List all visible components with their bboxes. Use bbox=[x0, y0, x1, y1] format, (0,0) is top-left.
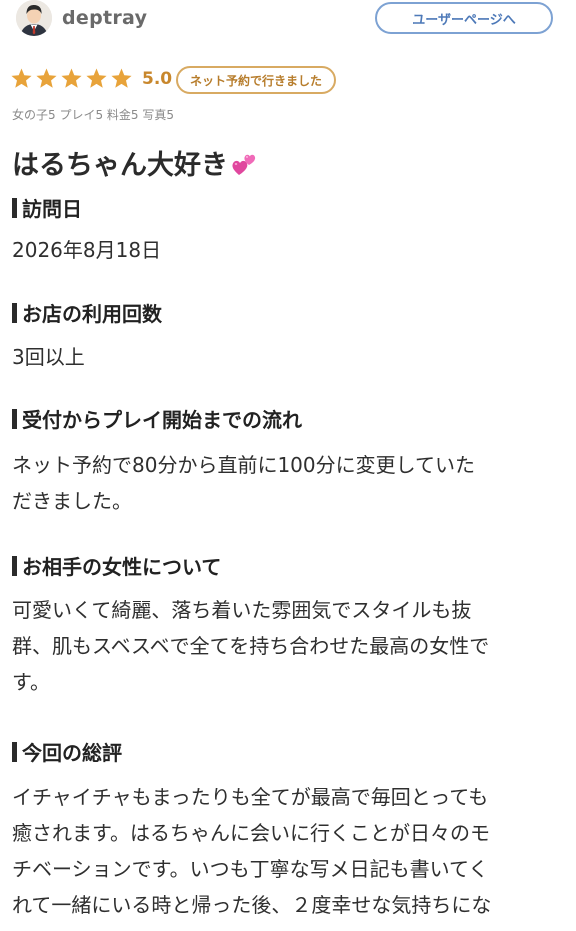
section-heading-visit-count: お店の利用回数 bbox=[12, 298, 162, 327]
heading-text: 訪問日 bbox=[22, 197, 82, 221]
subscores: 女の子5 プレイ5 料金5 写真5 bbox=[12, 108, 174, 122]
section-heading-visit-date: 訪問日 bbox=[12, 193, 82, 222]
about-her-text: 可愛いくて綺麗、落ち着いた雰囲気でスタイルも抜 群、肌もスベスベで全てを持ち合わ… bbox=[12, 592, 564, 700]
username[interactable]: deptray bbox=[62, 7, 147, 29]
text-line: ネット予約で80分から直前に100分に変更していた bbox=[12, 453, 476, 477]
text-line: だきました。 bbox=[12, 489, 132, 513]
star-icon bbox=[36, 68, 57, 88]
overall-text: イチャイチャもまったりも全てが最高で毎回とっても 癒されます。はるちゃんに会いに… bbox=[12, 779, 564, 923]
text-line: れて一緒にいる時と帰った後、２度幸せな気持ちにな bbox=[12, 893, 492, 917]
text-line: 癒されます。はるちゃんに会いに行くことが日々のモ bbox=[12, 821, 490, 845]
visit-count-value: 3回以上 bbox=[12, 345, 85, 369]
heading-bar bbox=[12, 741, 17, 762]
star-icon bbox=[61, 68, 82, 88]
section-heading-flow: 受付からプレイ開始までの流れ bbox=[12, 404, 302, 433]
heading-text: お相手の女性について bbox=[22, 555, 222, 579]
review-page: deptray ユーザーページへ 5.0 ネット予約で行きました 女の子5 プレ… bbox=[0, 0, 576, 931]
text-line: 可愛いくて綺麗、落ち着いた雰囲気でスタイルも抜 bbox=[12, 598, 472, 622]
text-line: イチャイチャもまったりも全てが最高で毎回とっても bbox=[12, 785, 489, 809]
section-heading-about-her: お相手の女性について bbox=[12, 551, 221, 580]
review-title-text: はるちゃん大好き bbox=[12, 150, 228, 181]
heading-bar bbox=[12, 408, 17, 429]
text-line: 群、肌もスベスベで全てを持ち合わせた最高の女性で bbox=[12, 634, 490, 658]
rating-row: 5.0 ネット予約で行きました bbox=[10, 66, 530, 96]
star-icon bbox=[111, 68, 132, 88]
rating-score: 5.0 bbox=[142, 69, 173, 89]
user-page-button[interactable]: ユーザーページへ bbox=[375, 2, 553, 34]
heading-text: 受付からプレイ開始までの流れ bbox=[22, 408, 302, 432]
section-heading-overall: 今回の総評 bbox=[12, 737, 122, 766]
user-avatar-icon[interactable] bbox=[16, 0, 52, 36]
text-line: す。 bbox=[12, 670, 50, 694]
reviewer-header: deptray ユーザーページへ bbox=[12, 0, 564, 42]
text-line: チベーションです。いつも丁寧な写メ日記も書いてく bbox=[12, 857, 489, 881]
heading-bar bbox=[12, 555, 17, 576]
star-icon bbox=[86, 68, 107, 88]
review-title: はるちゃん大好き bbox=[12, 143, 258, 182]
heading-bar bbox=[12, 197, 17, 218]
heading-bar bbox=[12, 302, 17, 323]
two-hearts-icon bbox=[232, 154, 256, 175]
visit-date-value: 2026年8月18日 bbox=[12, 238, 162, 262]
flow-text: ネット予約で80分から直前に100分に変更していた だきました。 bbox=[12, 447, 564, 519]
heading-text: お店の利用回数 bbox=[22, 302, 162, 326]
visit-method-badge: ネット予約で行きました bbox=[176, 66, 337, 94]
heading-text: 今回の総評 bbox=[22, 741, 122, 765]
star-icon bbox=[11, 68, 32, 88]
star-rating bbox=[10, 67, 133, 90]
